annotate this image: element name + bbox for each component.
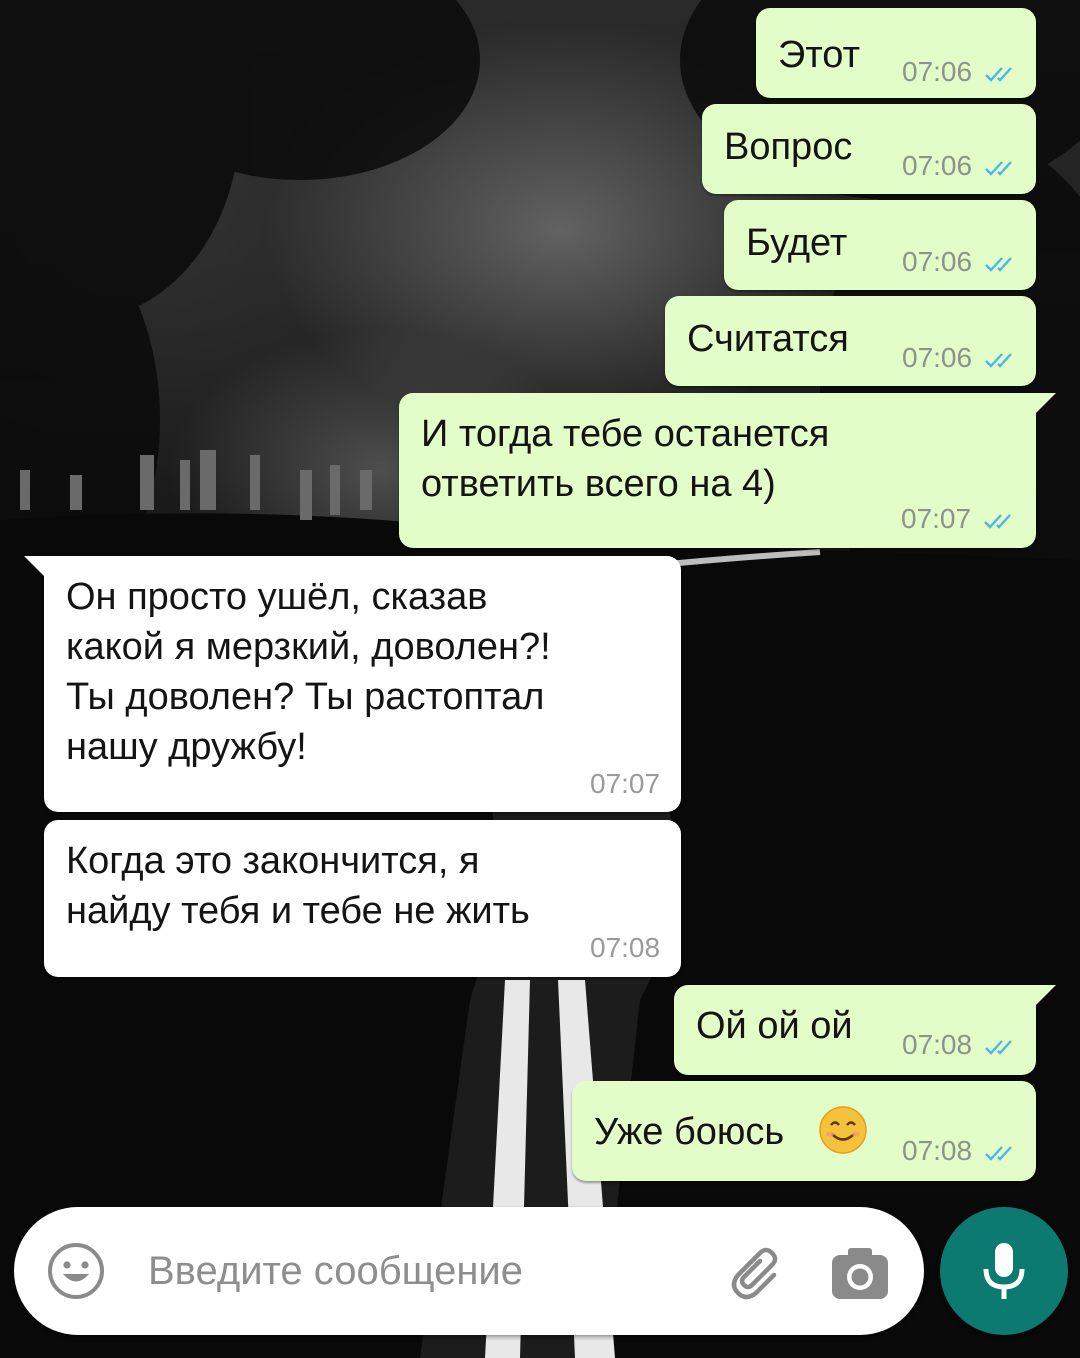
message-time: 07:06 <box>902 342 973 373</box>
read-receipt-icon <box>984 514 1011 529</box>
bubble-tail <box>1034 393 1056 415</box>
bubble-tail <box>24 556 46 578</box>
message-list[interactable]: Этот 07:06 Вопрос 07:06 Будет 07:06 Счит… <box>0 0 1080 1190</box>
read-receipt-icon <box>985 1040 1012 1055</box>
outgoing-message[interactable]: Ой ой ой 07:08 <box>674 985 1056 1075</box>
message-text: Будет <box>746 222 848 264</box>
message-time: 07:07 <box>590 768 661 799</box>
message-time: 07:06 <box>902 56 973 87</box>
message-input[interactable]: Введите сообщение <box>148 1249 523 1294</box>
paperclip-icon[interactable] <box>726 1241 790 1305</box>
message-time: 07:08 <box>902 1135 973 1166</box>
outgoing-message[interactable]: Этот 07:06 <box>756 8 1036 98</box>
message-text: Он просто ушёл, сказав какой я мерзкий, … <box>66 576 551 768</box>
message-text: И тогда тебе останется ответить всего на… <box>421 413 830 505</box>
emoji-smile-icon[interactable] <box>46 1241 106 1301</box>
message-text: Считатся <box>687 318 849 360</box>
read-receipt-icon <box>985 257 1012 272</box>
message-text: Ой ой ой <box>696 1005 853 1047</box>
read-receipt-icon <box>985 67 1012 82</box>
message-time: 07:07 <box>901 503 972 534</box>
incoming-message[interactable]: Он просто ушёл, сказав какой я мерзкий, … <box>24 556 681 812</box>
read-receipt-icon <box>985 161 1012 176</box>
bubble-tail <box>1034 985 1056 1007</box>
outgoing-message[interactable]: Уже боюсь 07:08 <box>572 1081 1036 1181</box>
read-receipt-icon <box>985 1146 1012 1161</box>
message-time: 07:06 <box>902 246 973 277</box>
outgoing-message[interactable]: Будет 07:06 <box>724 200 1036 290</box>
camera-icon[interactable] <box>830 1245 890 1301</box>
message-text: Уже боюсь <box>594 1111 785 1153</box>
outgoing-message[interactable]: Считатся 07:06 <box>665 296 1036 386</box>
message-time: 07:08 <box>902 1029 973 1060</box>
read-receipt-icon <box>985 353 1012 368</box>
message-compose-bar: Введите сообщение <box>14 1207 924 1335</box>
smiling-face-emoji <box>819 1106 867 1154</box>
outgoing-message[interactable]: Вопрос 07:06 <box>702 104 1036 194</box>
message-time: 07:06 <box>902 150 973 181</box>
message-text: Этот <box>778 34 860 76</box>
incoming-message[interactable]: Когда это закончится, я найду тебя и теб… <box>44 820 681 977</box>
outgoing-message[interactable]: И тогда тебе останется ответить всего на… <box>399 393 1056 548</box>
message-text: Вопрос <box>724 126 853 168</box>
message-text: Когда это закончится, я найду тебя и теб… <box>66 840 530 932</box>
microphone-icon <box>983 1243 1025 1299</box>
message-time: 07:08 <box>590 932 661 963</box>
microphone-button[interactable] <box>940 1207 1068 1335</box>
